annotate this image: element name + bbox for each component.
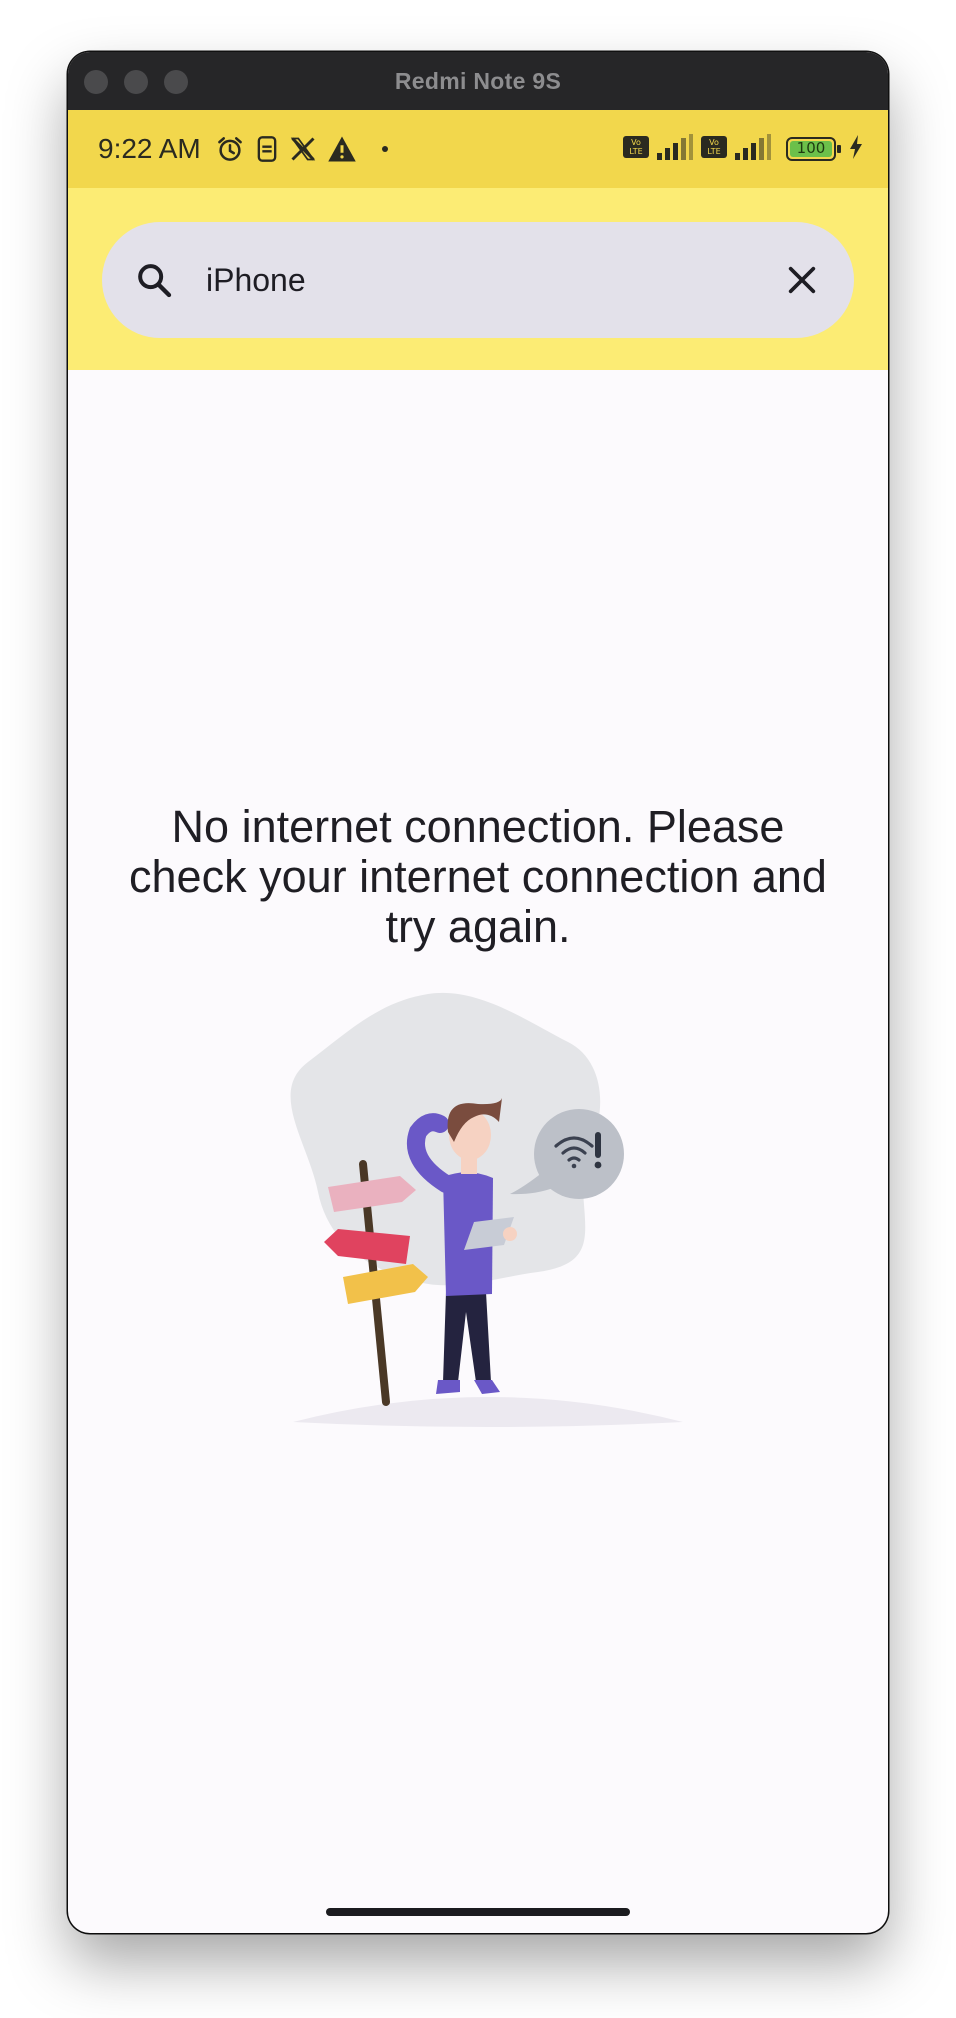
svg-text:Vo: Vo <box>709 138 719 147</box>
battery-level: 100 <box>796 139 826 157</box>
no-internet-illustration <box>278 992 698 1482</box>
status-bar: 9:22 AM Vo LTE Vo LTE 100 <box>68 110 888 188</box>
close-icon[interactable] <box>780 258 824 302</box>
volte-icon-2: Vo LTE <box>700 135 728 164</box>
device-frame: Redmi Note 9S 9:22 AM Vo LTE Vo LTE 100 … <box>68 52 888 1933</box>
ground-shape <box>293 1397 683 1427</box>
person-legs <box>443 1292 491 1382</box>
status-time: 9:22 AM <box>98 133 201 164</box>
volte-icon-1: Vo LTE <box>622 135 650 164</box>
status-right-icons: Vo LTE Vo LTE 100 <box>622 133 864 166</box>
minimize-window-button[interactable] <box>124 70 148 94</box>
window-title: Redmi Note 9S <box>394 67 562 94</box>
svg-text:LTE: LTE <box>629 147 642 156</box>
close-window-button[interactable] <box>84 70 108 94</box>
search-icon[interactable] <box>132 258 176 302</box>
home-indicator[interactable] <box>326 1908 630 1916</box>
no-internet-message: No internet connection. Please check you… <box>129 801 827 952</box>
person-shoes <box>436 1380 500 1394</box>
signal-icon-1 <box>656 133 694 166</box>
x-logo-icon <box>289 135 317 163</box>
signal-icon-2 <box>734 133 772 166</box>
person-hand <box>503 1227 517 1241</box>
charging-icon <box>848 134 864 165</box>
maximize-window-button[interactable] <box>164 70 188 94</box>
svg-text:Vo: Vo <box>631 138 641 147</box>
svg-text:LTE: LTE <box>707 147 720 156</box>
sign-yellow <box>343 1264 428 1304</box>
data-saver-icon <box>255 135 279 163</box>
app-bar <box>68 188 888 370</box>
battery-icon: 100 <box>786 136 842 162</box>
window-controls <box>84 70 188 94</box>
alarm-icon <box>215 134 245 164</box>
warning-icon <box>327 135 357 163</box>
search-bar[interactable] <box>102 222 854 338</box>
dot-icon <box>381 145 389 153</box>
window-titlebar: Redmi Note 9S <box>68 52 888 110</box>
search-input[interactable] <box>206 250 780 310</box>
